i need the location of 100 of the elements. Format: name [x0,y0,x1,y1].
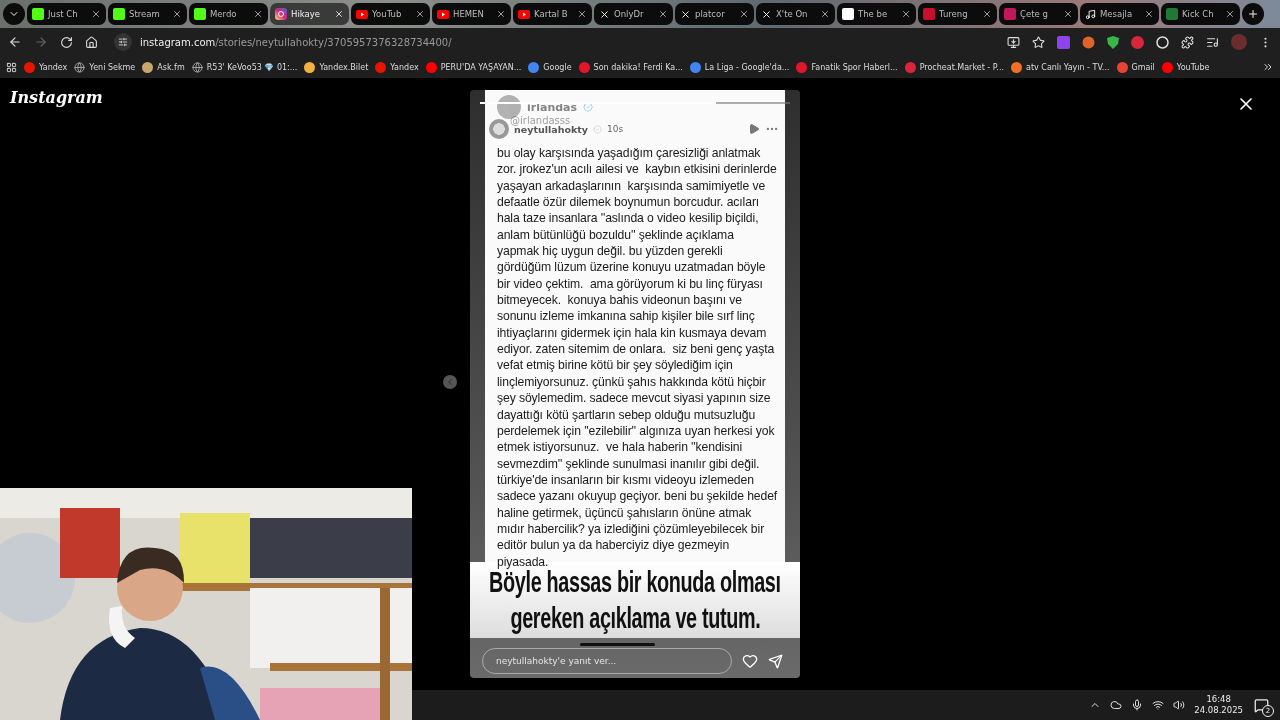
shield-icon[interactable] [1107,35,1119,49]
site-logo-icon [796,61,808,73]
sliders-icon [118,37,128,47]
browser-tab[interactable]: YouTub [351,3,430,25]
close-icon[interactable] [739,9,749,19]
site-logo-icon [842,8,854,20]
bookmark-link[interactable]: Son dakika! Ferdi Ka... [578,61,683,73]
close-icon[interactable] [496,9,506,19]
bookmark-link[interactable]: Ask.fm [142,61,185,73]
site-info-button[interactable] [114,33,132,51]
play-icon[interactable] [748,123,760,135]
bookmark-link[interactable]: PERU'DA YAŞAYAN... [425,61,522,73]
camera-logo-icon [275,8,287,20]
bookmark-link[interactable]: R53' KeVoo53 💎 01:... [191,61,298,73]
site-logo-icon [24,61,35,73]
site-logo-icon [304,61,316,73]
browser-tab[interactable]: X'te On [756,3,835,25]
x-logo-icon [599,8,610,20]
browser-tab[interactable]: OnlyDr [594,3,673,25]
bookmark-link[interactable]: YouTube [1161,61,1210,73]
globe-icon [191,61,203,73]
bookmark-link[interactable]: Yandex [375,61,419,73]
browser-tab[interactable]: platcor [675,3,754,25]
site-logo-icon [142,61,154,73]
globe-icon [74,61,86,73]
volume-icon[interactable] [1173,699,1186,711]
site-logo-icon [1161,61,1173,73]
puzzle-icon[interactable] [1181,35,1194,49]
apps-icon[interactable] [6,61,17,73]
plus-icon [1247,8,1259,20]
site-logo-icon [375,61,387,73]
star-icon[interactable] [1032,35,1045,49]
close-icon[interactable] [91,9,101,19]
chevron-left-icon [445,377,455,387]
browser-tab[interactable]: Çete g [999,3,1078,25]
new-tab-button[interactable] [1242,3,1264,25]
bookmark-link[interactable]: Fanatik Spor Haberl... [796,61,898,73]
avatar-icon[interactable] [489,119,509,139]
post-author: irlandas [527,100,578,114]
close-icon[interactable] [334,9,344,19]
browser-tab[interactable]: The be [837,3,916,25]
close-icon[interactable] [820,9,830,19]
caption-text: gereken açıklama ve tutum. [510,600,761,636]
close-icon[interactable] [172,9,182,19]
browser-tab[interactable]: Mesajla [1080,3,1159,25]
more-bookmarks-icon[interactable] [1262,61,1274,73]
extension-icon[interactable] [1156,35,1169,49]
microphone-icon[interactable] [1131,699,1144,711]
close-icon[interactable] [1225,9,1235,19]
close-icon[interactable] [1063,9,1073,19]
bookmark-link[interactable]: Google [528,61,572,73]
network-icon[interactable] [1152,699,1165,711]
bookmark-link[interactable]: Yeni Sekme [74,61,136,73]
home-icon[interactable] [85,35,98,49]
reply-field[interactable]: neytullahokty'e yanıt ver... [482,648,732,674]
browser-tab[interactable]: Tureng [918,3,997,25]
reload-icon[interactable] [60,35,73,49]
media-icon[interactable] [1206,35,1219,49]
bookmark-link[interactable]: Procheat.Market - P... [904,61,1004,73]
close-icon[interactable] [577,9,587,19]
x-logo-icon [761,8,772,20]
install-icon[interactable] [1007,35,1020,49]
browser-tab[interactable]: Hikaye [270,3,349,25]
x-logo-icon [680,8,691,20]
browser-tab[interactable]: Kartal B [513,3,592,25]
story-age: 10s [606,124,624,134]
bookmark-link[interactable]: Gmail [1116,61,1155,73]
heart-icon[interactable] [742,653,758,669]
site-logo-icon [528,61,540,73]
site-logo-icon [1116,61,1128,73]
play-logo-icon [437,9,449,19]
site-logo-icon [904,61,916,73]
close-icon[interactable] [415,9,425,19]
site-logo-icon [923,8,935,20]
site-logo-icon [194,8,206,20]
tab-search-button[interactable] [3,3,25,25]
close-icon[interactable] [901,9,911,19]
send-icon[interactable] [768,653,783,669]
bookmark-link[interactable]: La Liga - Google'da... [689,61,790,73]
bookmark-link[interactable]: Yandex [24,61,68,73]
forward-icon[interactable] [34,35,48,49]
browser-tab[interactable]: Just Ch [27,3,106,25]
site-logo-icon [32,8,44,20]
browser-tab[interactable]: Stream [108,3,187,25]
close-icon[interactable] [982,9,992,19]
site-logo-icon [425,61,437,73]
close-icon[interactable] [1144,9,1154,19]
bookmark-link[interactable]: Yandex.Bilet [304,61,369,73]
back-icon[interactable] [8,35,22,49]
instagram-logo[interactable]: Instagram [10,88,103,107]
close-icon[interactable] [658,9,668,19]
browser-tab[interactable]: Merdo [189,3,268,25]
bookmark-link[interactable]: atv Canlı Yayın - TV... [1011,61,1110,73]
browser-tab[interactable]: HEMEN [432,3,511,25]
previous-button[interactable] [443,375,457,389]
close-icon[interactable] [253,9,263,19]
site-logo-icon [1011,61,1022,73]
cloud-icon[interactable] [1110,699,1123,711]
clock[interactable]: 16:48 24.08.2025 [1194,694,1243,716]
browser-tab[interactable]: Kick Ch [1161,3,1240,25]
